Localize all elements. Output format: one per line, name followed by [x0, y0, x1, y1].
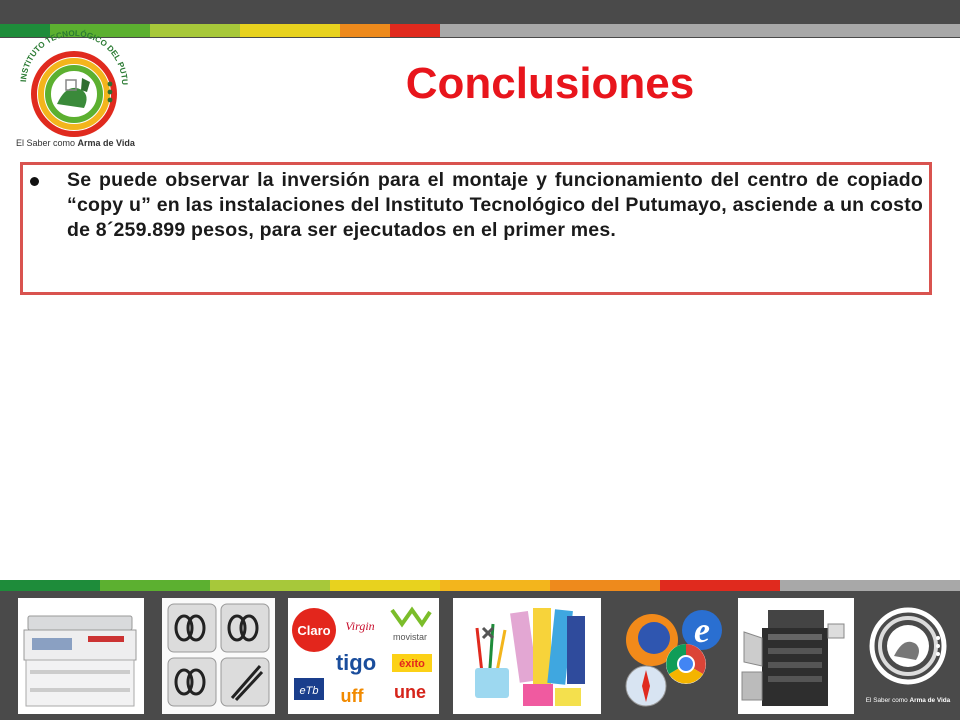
footer-stripe-seg — [210, 580, 330, 591]
svg-text:e: e — [694, 610, 710, 650]
copier-image — [18, 598, 144, 714]
footer-stripe-seg — [550, 580, 660, 591]
page-title: Conclusiones — [405, 59, 695, 108]
footer-stripe-seg — [440, 580, 550, 591]
footer-stripe-seg — [100, 580, 210, 591]
footer-stripe-seg — [330, 580, 440, 591]
stripe-seg — [240, 24, 340, 37]
brand-claro: Claro — [297, 623, 330, 638]
brand-exito: éxito — [399, 658, 425, 670]
brand-etb: eTb — [300, 685, 319, 697]
conclusion-text: Se puede observar la inversión para el m… — [67, 169, 923, 241]
institute-logo: INSTITUTO TECNOLÓGICO DEL PUTUMAYO El Sa… — [12, 22, 136, 148]
browser-icons-image: e — [618, 598, 726, 714]
binding-rings-image — [162, 598, 275, 714]
brand-virgin: Virgin — [345, 619, 374, 633]
brand-movistar: movistar — [393, 632, 427, 642]
stripe-seg — [340, 24, 390, 37]
bullet-icon — [30, 177, 39, 186]
stripe-seg — [390, 24, 440, 37]
school-supplies-image — [453, 598, 601, 714]
footer-stripe-seg — [660, 580, 780, 591]
stripe-seg — [150, 24, 240, 37]
brand-une: une — [394, 682, 426, 702]
institute-logo-footer: El Saber como Arma de Vida — [862, 598, 954, 714]
brand-tigo: tigo — [336, 650, 376, 675]
brand-logos-image: Claro Virgin movistar tigo éxito eTb uff… — [288, 598, 439, 714]
large-copier-image — [738, 598, 854, 714]
logo-tagline: El Saber como Arma de Vida — [16, 138, 136, 148]
brand-uff: uff — [341, 686, 365, 706]
footer-logo-tagline: El Saber como Arma de Vida — [866, 697, 951, 704]
footer-stripe-seg — [0, 580, 100, 591]
